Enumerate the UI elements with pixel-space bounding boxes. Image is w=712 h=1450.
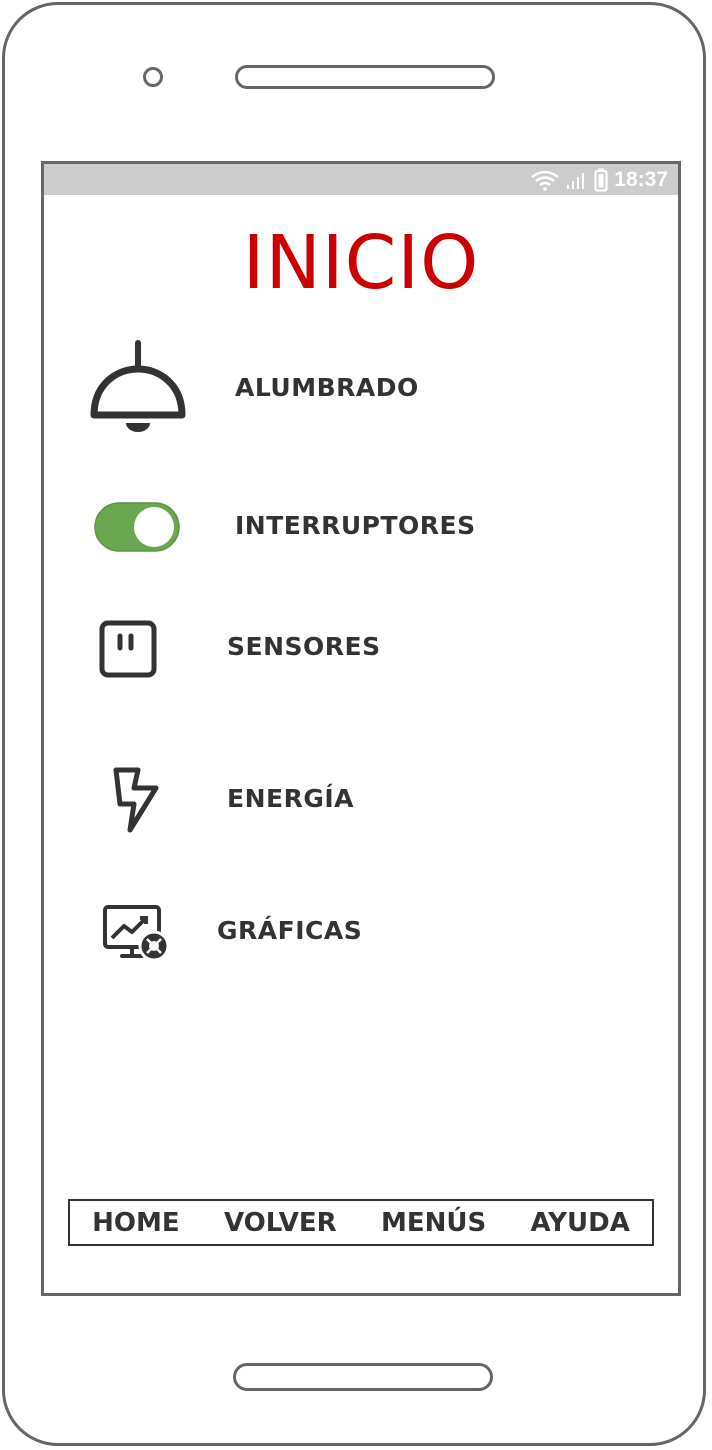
page-title: INICIO xyxy=(242,220,480,306)
signal-icon xyxy=(567,172,585,189)
menu-item-alumbrado[interactable]: ALUMBRADO xyxy=(44,339,678,439)
menu-label-interruptores: INTERRUPTORES xyxy=(235,511,476,540)
lightning-icon xyxy=(113,767,159,833)
front-camera xyxy=(143,67,163,87)
nav-menus-link[interactable]: MENÚS xyxy=(381,1208,486,1238)
menu-label-sensores: SENSORES xyxy=(227,632,381,661)
nav-home-link[interactable]: HOME xyxy=(92,1208,180,1238)
menu-label-graficas: GRÁFICAS xyxy=(217,916,363,945)
lamp-icon xyxy=(90,340,186,432)
phone-screen: 18:37 INICIO ALUMBRADO INTERRUPTORES SEN… xyxy=(41,161,681,1296)
home-button[interactable] xyxy=(233,1363,493,1391)
menu-item-energia[interactable]: ENERGÍA xyxy=(44,762,678,862)
nav-back-link[interactable]: VOLVER xyxy=(224,1208,337,1238)
status-time: 18:37 xyxy=(614,167,668,191)
menu-label-energia: ENERGÍA xyxy=(227,784,354,813)
earpiece-speaker xyxy=(235,65,495,89)
nav-help-link[interactable]: AYUDA xyxy=(531,1208,630,1238)
bottom-navigation: HOME VOLVER MENÚS AYUDA xyxy=(68,1199,654,1246)
menu-item-interruptores[interactable]: INTERRUPTORES xyxy=(44,484,678,584)
battery-icon xyxy=(594,168,608,192)
status-bar: 18:37 xyxy=(44,164,678,195)
menu-item-sensores[interactable]: SENSORES xyxy=(44,614,678,714)
toggle-switch-icon[interactable] xyxy=(94,502,180,552)
power-outlet-icon xyxy=(99,620,157,678)
phone-frame: 18:37 INICIO ALUMBRADO INTERRUPTORES SEN… xyxy=(2,2,706,1446)
menu-label-alumbrado: ALUMBRADO xyxy=(235,373,419,402)
monitor-chart-icon xyxy=(103,905,170,962)
wifi-icon xyxy=(531,170,560,191)
menu-item-graficas[interactable]: GRÁFICAS xyxy=(44,899,678,999)
